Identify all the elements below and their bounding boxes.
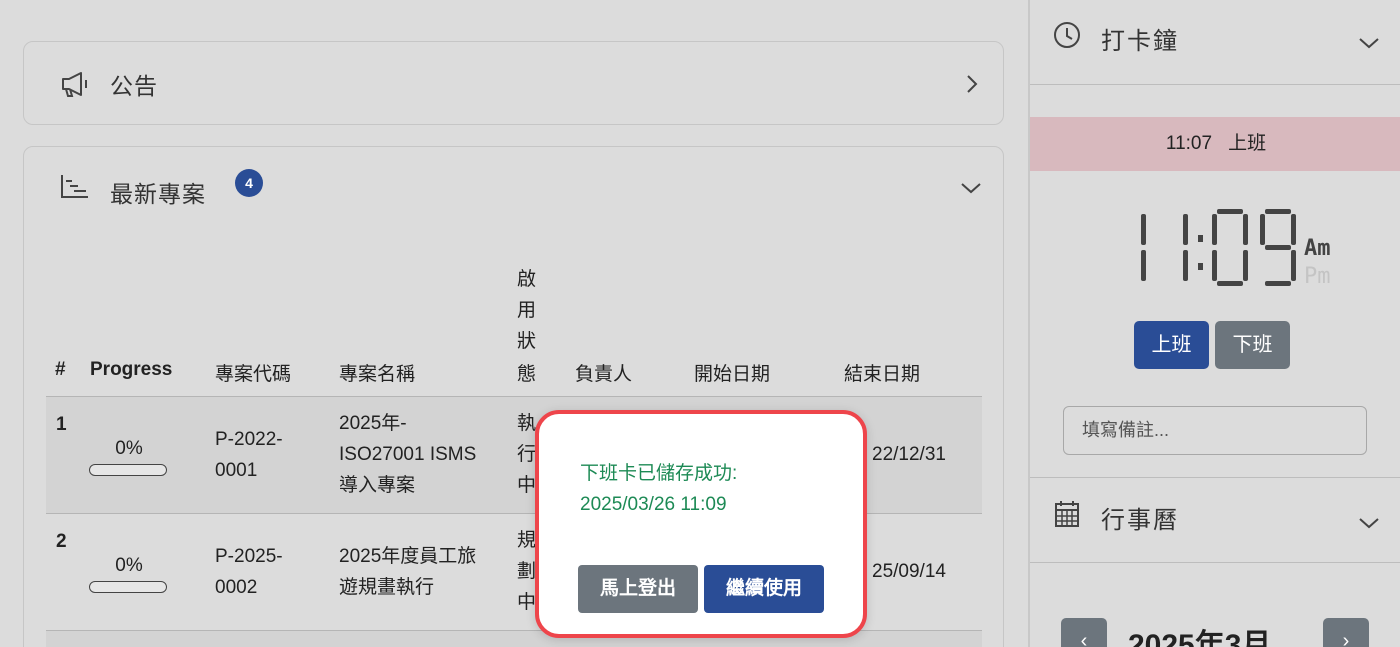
success-message: 下班卡已儲存成功: 2025/03/26 11:09	[580, 463, 738, 515]
continue-button[interactable]: 繼續使用	[704, 565, 824, 613]
punch-success-dialog: 下班卡已儲存成功: 2025/03/26 11:09 馬上登出 繼續使用	[535, 410, 867, 638]
logout-now-button[interactable]: 馬上登出	[578, 565, 698, 613]
